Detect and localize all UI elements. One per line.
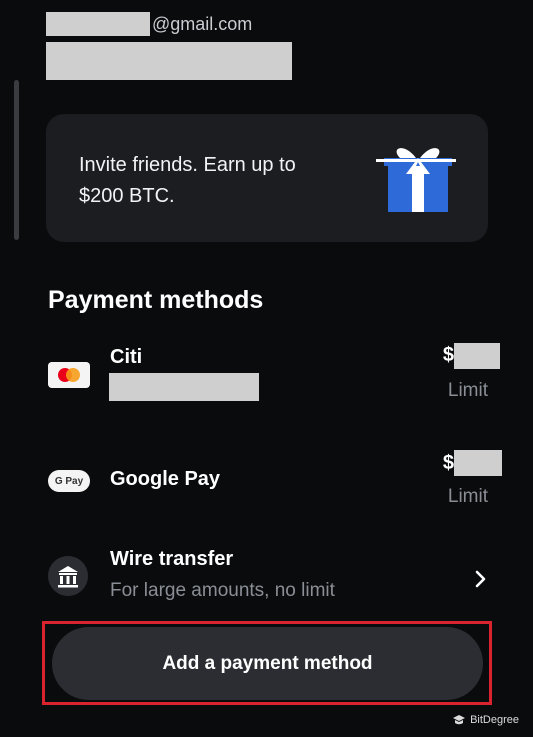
chevron-right-icon[interactable] [474, 569, 488, 589]
invite-friends-card[interactable]: Invite friends. Earn up to $200 BTC. [46, 114, 488, 242]
limit-label: Limit [447, 486, 488, 507]
account-email: @gmail.com [46, 10, 252, 38]
gift-icon [376, 148, 456, 212]
payment-methods-title: Payment methods [48, 286, 264, 314]
bank-icon [48, 556, 88, 596]
payment-method-name: Citi [110, 346, 143, 368]
google-pay-icon: G Pay [48, 470, 90, 492]
payment-method-citi[interactable]: Citi $ Limit [46, 340, 506, 410]
limit-label: Limit [447, 380, 488, 401]
watermark: BitDegree [452, 713, 519, 727]
payment-method-name: Google Pay [110, 468, 221, 490]
payment-method-subtitle: For large amounts, no limit [110, 580, 335, 601]
limit-currency: $ [442, 452, 454, 474]
invite-text: Invite friends. Earn up to $200 BTC. [79, 150, 349, 212]
invite-line-1: Invite friends. Earn up to [79, 154, 296, 176]
limit-currency: $ [442, 344, 454, 366]
redacted-account-name [46, 42, 292, 80]
redacted-limit-amount [454, 343, 500, 369]
payment-method-wire-transfer[interactable]: Wire transfer For large amounts, no limi… [46, 544, 506, 608]
watermark-text: BitDegree [470, 714, 519, 726]
redacted-email-user [46, 12, 150, 36]
mastercard-icon [48, 362, 90, 388]
payment-method-name: Wire transfer [110, 548, 234, 570]
redacted-card-number [109, 373, 259, 401]
redacted-limit-amount [454, 450, 502, 476]
add-payment-method-button[interactable]: Add a payment method [52, 627, 483, 700]
screen: @gmail.com Invite friends. Earn up to $2… [0, 0, 533, 737]
email-suffix: @gmail.com [152, 13, 253, 34]
invite-line-2: $200 BTC. [79, 185, 175, 207]
bitdegree-logo-icon [453, 715, 466, 725]
scroll-indicator[interactable] [14, 80, 19, 240]
payment-method-google-pay[interactable]: G Pay Google Pay $ Limit [46, 448, 506, 518]
